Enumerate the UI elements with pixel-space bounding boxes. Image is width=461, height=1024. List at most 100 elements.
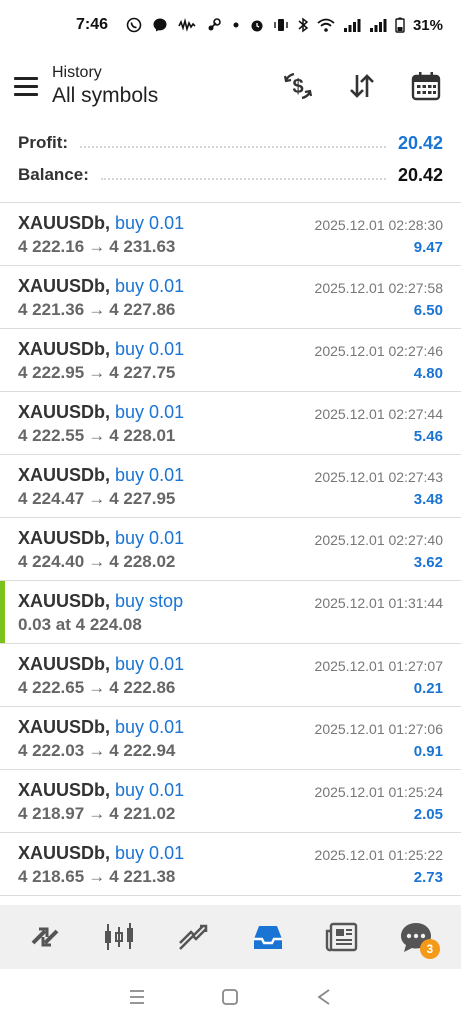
trade-symbol: XAUUSDb (18, 780, 106, 800)
open-price: 4 222.55 (18, 426, 85, 445)
trade-profit: 0.21 (413, 680, 443, 697)
trade-row[interactable]: XAUUSDb, buy 0.01 4 222.95 → 4 227.75 2025… (0, 329, 461, 392)
close-price: 4 222.94 (109, 741, 176, 760)
whatsapp-icon (126, 17, 142, 33)
steam-icon (208, 18, 221, 31)
history-icon[interactable] (248, 917, 288, 957)
trade-profit: 4.80 (413, 365, 443, 382)
battery-level: 31% (412, 16, 443, 34)
trade-symbol: XAUUSDb (18, 465, 106, 485)
back-icon[interactable] (312, 985, 336, 1009)
arrow-icon: → (88, 237, 106, 256)
trade-time: 2025.12.01 01:27:07 (314, 658, 443, 674)
news-icon[interactable] (322, 917, 362, 957)
trade-row[interactable]: XAUUSDb, buy 0.01 4 221.36 → 4 227.86 2025… (0, 266, 461, 329)
currency-filter-icon[interactable]: $ (281, 69, 315, 103)
trade-side: buy 0.01 (115, 276, 185, 296)
trade-row[interactable]: XAUUSDb, buy 0.01 4 218.97 → 4 221.02 2025… (0, 770, 461, 833)
close-price: 4 221.38 (109, 867, 176, 886)
order-detail: 0.03 at 4 224.08 (18, 615, 142, 634)
close-price: 4 227.86 (109, 300, 176, 319)
arrow-icon: → (88, 678, 106, 697)
account-summary: Profit: 20.42 Balance: 20.42 (0, 126, 461, 202)
messenger-icon (153, 18, 167, 32)
trade-side: buy 0.01 (115, 213, 185, 233)
close-price: 4 228.02 (109, 552, 176, 571)
calendar-icon[interactable] (409, 69, 443, 103)
trade-side: buy 0.01 (115, 717, 185, 737)
close-price: 4 221.02 (109, 804, 176, 823)
open-price: 4 221.36 (18, 300, 85, 319)
status-time: 7:46 (76, 16, 109, 33)
home-icon[interactable] (218, 985, 242, 1009)
trade-symbol: XAUUSDb (18, 528, 106, 548)
trade-side: buy 0.01 (115, 402, 185, 422)
trade-profit: 6.50 (413, 302, 443, 319)
recent-apps-icon[interactable] (125, 985, 149, 1009)
trade-time: 2025.12.01 02:28:30 (314, 217, 443, 233)
quotes-icon[interactable] (25, 917, 65, 957)
arrow-icon: → (88, 552, 106, 571)
trade-time: 2025.12.01 02:27:43 (314, 469, 443, 485)
wifi-icon (317, 18, 335, 32)
trade-row[interactable]: XAUUSDb, buy 0.01 4 218.65 → 4 221.38 2025… (0, 833, 461, 896)
trade-row[interactable]: XAUUSDb, buy 0.01 4 222.03 → 4 222.94 2025… (0, 707, 461, 770)
arrow-icon: → (88, 804, 106, 823)
dotted-leader (80, 146, 386, 148)
trade-row[interactable]: XAUUSDb, buy 0.01 4 222.16 → 4 231.63 2025… (0, 203, 461, 266)
profit-label: Profit: (18, 133, 69, 152)
arrow-icon: → (88, 363, 106, 382)
trade-history-list: XAUUSDb, buy 0.01 4 222.16 → 4 231.63 2025… (0, 203, 461, 896)
close-price: 4 227.75 (109, 363, 176, 382)
header-actions: $ (281, 69, 443, 103)
arrow-icon: → (88, 741, 106, 760)
trade-symbol: XAUUSDb (18, 276, 106, 296)
menu-bar (14, 76, 38, 80)
arrow-icon: → (88, 300, 106, 319)
dot-icon (233, 22, 239, 28)
trade-time: 2025.12.01 01:31:44 (314, 595, 443, 611)
trade-side: buy 0.01 (115, 339, 185, 359)
dotted-leader (100, 178, 386, 180)
messages-icon[interactable]: 3 (396, 917, 440, 959)
trade-time: 2025.12.01 02:27:46 (314, 343, 443, 359)
trade-row[interactable]: XAUUSDb, buy 0.01 4 222.65 → 4 222.86 2025… (0, 644, 461, 707)
signal-icon (369, 19, 387, 32)
trade-time: 2025.12.01 01:27:06 (314, 721, 443, 737)
arrow-icon: → (88, 867, 106, 886)
trade-time: 2025.12.01 01:25:22 (314, 847, 443, 863)
open-price: 4 222.03 (18, 741, 85, 760)
svg-text:$: $ (292, 76, 303, 98)
bottom-navigation: 3 (0, 905, 461, 969)
trade-side: buy 0.01 (115, 465, 185, 485)
trade-icon[interactable] (173, 917, 213, 957)
trade-row[interactable]: XAUUSDb, buy 0.01 4 224.40 → 4 228.02 2025… (0, 518, 461, 581)
menu-button[interactable] (0, 60, 52, 112)
trade-symbol: XAUUSDb (18, 843, 106, 863)
trade-row[interactable]: XAUUSDb, buy 0.01 4 224.47 → 4 227.95 2025… (0, 455, 461, 518)
chart-icon[interactable] (99, 917, 139, 957)
menu-bar (14, 92, 38, 96)
arrow-icon: → (88, 426, 106, 445)
trade-symbol: XAUUSDb (18, 402, 106, 422)
trade-side: buy 0.01 (115, 780, 185, 800)
trade-symbol: XAUUSDb (18, 339, 106, 359)
pending-order-row[interactable]: XAUUSDb, buy stop 0.03 at 4 224.08 2025.… (0, 581, 461, 644)
trade-time: 2025.12.01 02:27:58 (314, 280, 443, 296)
open-price: 4 222.65 (18, 678, 85, 697)
trade-profit: 3.48 (413, 491, 443, 508)
sort-icon[interactable] (345, 69, 379, 103)
open-price: 4 224.47 (18, 489, 85, 508)
notification-icons (126, 17, 240, 33)
system-status-icons: 31% (249, 17, 443, 34)
trade-profit: 2.05 (413, 806, 443, 823)
trade-row[interactable]: XAUUSDb, buy 0.01 4 222.55 → 4 228.01 2025… (0, 392, 461, 455)
trade-side: buy 0.01 (115, 843, 185, 863)
trade-time: 2025.12.01 02:27:44 (314, 406, 443, 422)
menu-bar (14, 84, 38, 88)
title-block[interactable]: History All symbols (52, 64, 158, 108)
trade-profit: 0.91 (413, 743, 443, 760)
trade-side: buy 0.01 (115, 528, 185, 548)
open-price: 4 222.16 (18, 237, 85, 256)
trade-time: 2025.12.01 01:25:24 (314, 784, 443, 800)
